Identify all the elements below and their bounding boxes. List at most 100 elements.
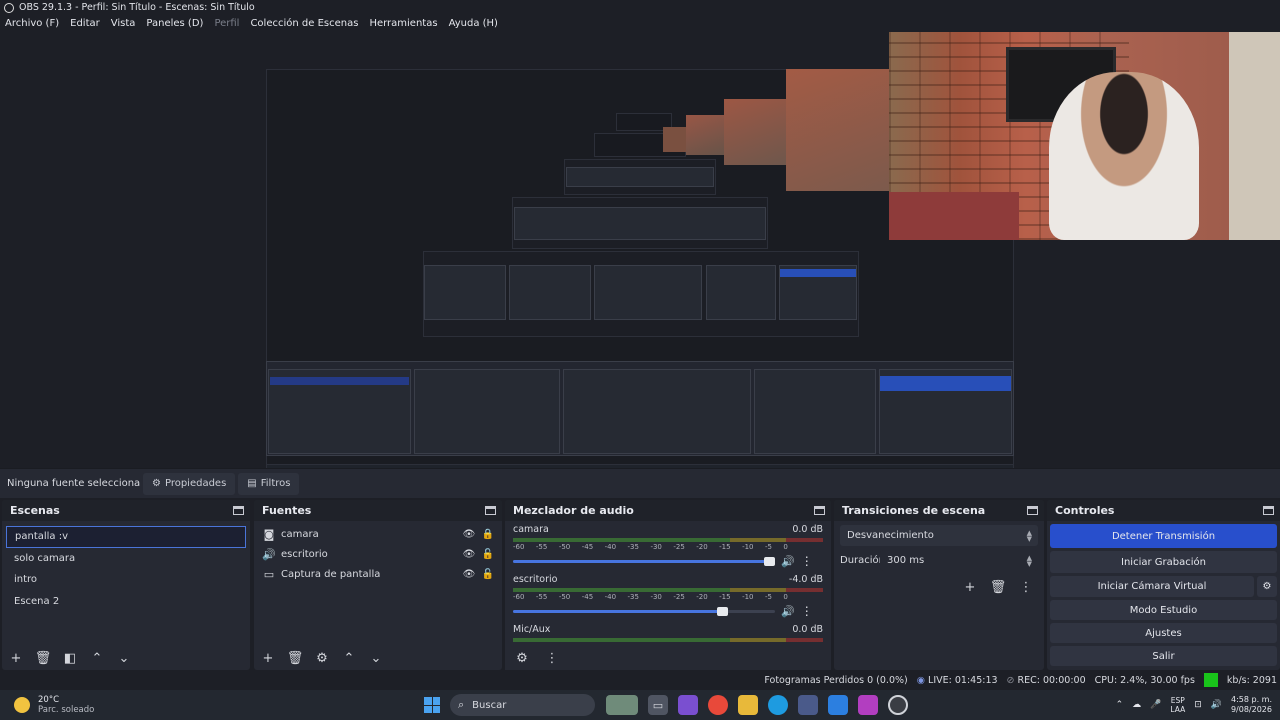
volume-icon[interactable]: 🔊 xyxy=(781,555,795,568)
add-source-icon[interactable]: + xyxy=(260,650,276,666)
move-down-icon[interactable]: ⌄ xyxy=(368,650,384,666)
store-icon[interactable] xyxy=(798,695,818,715)
controls-title: Controles xyxy=(1055,504,1115,517)
undock-icon[interactable] xyxy=(485,506,496,515)
unlock-icon[interactable]: 🔓 xyxy=(480,549,496,560)
move-up-icon[interactable]: ⌃ xyxy=(341,650,357,666)
stop-stream-button[interactable]: Detener Transmisión xyxy=(1050,524,1277,548)
source-item[interactable]: ◙ camara 👁 🔒 xyxy=(254,524,502,544)
menu-herramientas[interactable]: Herramientas xyxy=(369,18,437,29)
eye-icon[interactable]: 👁 xyxy=(461,529,477,540)
move-down-icon[interactable]: ⌄ xyxy=(116,650,132,666)
eye-icon[interactable]: 👁 xyxy=(461,569,477,580)
obs-logo-icon xyxy=(4,2,14,13)
file-explorer-icon[interactable] xyxy=(738,695,758,715)
more-options-icon[interactable]: ⋮ xyxy=(544,650,560,666)
system-tray: ⌃ ☁ 🎤 ESP LAA ⊡ 🔊 4:58 p. m. 9/08/2026 xyxy=(1116,695,1280,715)
undock-icon[interactable] xyxy=(1027,506,1038,515)
menu-paneles[interactable]: Paneles (D) xyxy=(146,18,203,29)
undock-icon[interactable] xyxy=(814,506,825,515)
filter-icon[interactable]: ◧ xyxy=(62,650,78,666)
task-view-icon[interactable]: ▭ xyxy=(648,695,668,715)
title-bar: OBS 29.1.3 - Perfil: Sin Título - Escena… xyxy=(0,0,1280,15)
channel-level: 0.0 dB xyxy=(792,624,823,635)
settings-button[interactable]: Ajustes xyxy=(1050,623,1277,643)
widgets-icon[interactable] xyxy=(606,695,638,715)
scene-item[interactable]: pantalla :v xyxy=(6,526,246,548)
gear-icon[interactable]: ⚙ xyxy=(514,650,530,666)
lock-icon[interactable]: 🔒 xyxy=(480,529,496,540)
rec-status: ⊘ REC: 00:00:00 xyxy=(1006,674,1086,686)
virtual-camera-button[interactable]: Iniciar Cámara Virtual xyxy=(1050,576,1254,597)
undock-icon[interactable] xyxy=(233,506,244,515)
teams-icon[interactable] xyxy=(678,695,698,715)
connection-health-indicator xyxy=(1203,673,1218,687)
exit-button[interactable]: Salir xyxy=(1050,646,1277,666)
eye-icon[interactable]: 👁 xyxy=(461,549,477,560)
mixer-title: Mezclador de audio xyxy=(513,504,634,517)
duration-input[interactable]: 300 ms ▲ ▼ xyxy=(880,550,1038,571)
gear-icon: ⚙ xyxy=(152,478,161,489)
speaker-icon[interactable]: 🔊 xyxy=(1211,700,1222,710)
clock[interactable]: 4:58 p. m. 9/08/2026 xyxy=(1231,695,1272,715)
menu-ayuda[interactable]: Ayuda (H) xyxy=(449,18,498,29)
menu-coleccion-escenas[interactable]: Colección de Escenas xyxy=(250,18,358,29)
windows-taskbar: 20°C Parc. soleado ⌕ Buscar ▭ ⌃ ☁ 🎤 ESP … xyxy=(0,690,1280,720)
start-recording-button[interactable]: Iniciar Grabación xyxy=(1050,551,1277,573)
weather-widget[interactable]: 20°C Parc. soleado xyxy=(14,695,424,715)
audio-meter xyxy=(513,638,823,642)
virtual-camera-settings-gear-icon[interactable]: ⚙ xyxy=(1257,576,1277,597)
audio-meter xyxy=(513,538,823,542)
add-scene-icon[interactable]: + xyxy=(8,650,24,666)
scene-item[interactable]: intro xyxy=(6,569,246,591)
source-item[interactable]: 🔊 escritorio 👁 🔓 xyxy=(254,544,502,564)
trash-icon[interactable]: 🗑 xyxy=(35,650,52,666)
menu-vista[interactable]: Vista xyxy=(111,18,136,29)
more-options-icon[interactable]: ⋮ xyxy=(801,554,813,568)
undock-icon[interactable] xyxy=(1263,506,1274,515)
language-indicator[interactable]: ESP LAA xyxy=(1170,696,1185,714)
chevron-up-icon[interactable]: ⌃ xyxy=(1116,700,1124,710)
scene-item[interactable]: solo camara xyxy=(6,548,246,570)
volume-slider[interactable] xyxy=(513,606,775,616)
chrome-icon[interactable] xyxy=(708,695,728,715)
source-item[interactable]: ▭ Captura de pantalla 👁 🔓 xyxy=(254,564,502,584)
preview-area[interactable] xyxy=(0,32,1280,490)
transition-value: Desvanecimiento xyxy=(847,530,934,541)
windows-start-icon[interactable] xyxy=(424,697,440,713)
transitions-title: Transiciones de escena xyxy=(842,504,986,517)
mixer-channel: camara 0.0 dB -60 -55 -50 -45 -40 -35 -30 -25 -2… xyxy=(505,521,831,571)
menu-archivo[interactable]: Archivo (F) xyxy=(5,18,59,29)
monitor-icon: ▭ xyxy=(263,567,275,581)
speaker-icon: 🔊 xyxy=(262,547,276,561)
trash-icon[interactable]: 🗑 xyxy=(990,579,1007,595)
studio-mode-button[interactable]: Modo Estudio xyxy=(1050,600,1277,620)
filters-button[interactable]: ▤ Filtros xyxy=(238,472,300,495)
network-icon[interactable]: ⊡ xyxy=(1194,700,1202,710)
scene-item[interactable]: Escena 2 xyxy=(6,591,246,613)
unlock-icon[interactable]: 🔓 xyxy=(480,569,496,580)
more-options-icon[interactable]: ⋮ xyxy=(1018,579,1034,595)
properties-button[interactable]: ⚙ Propiedades xyxy=(143,472,236,495)
context-bar: Ninguna fuente seleccionac ⚙ Propiedades… xyxy=(0,468,1280,498)
edge-icon[interactable] xyxy=(768,695,788,715)
add-transition-icon[interactable]: + xyxy=(962,579,978,595)
more-options-icon[interactable]: ⋮ xyxy=(801,604,813,618)
taskbar-search[interactable]: ⌕ Buscar xyxy=(450,694,595,716)
obs-taskbar-icon[interactable] xyxy=(888,695,908,715)
transition-select[interactable]: Desvanecimiento ▲ ▼ xyxy=(840,525,1038,546)
volume-icon[interactable]: 🔊 xyxy=(781,605,795,618)
trash-icon[interactable]: 🗑 xyxy=(287,650,304,666)
mail-icon[interactable] xyxy=(828,695,848,715)
search-label: Buscar xyxy=(472,699,507,711)
gear-icon[interactable]: ⚙ xyxy=(314,650,330,666)
move-up-icon[interactable]: ⌃ xyxy=(89,650,105,666)
microphone-icon[interactable]: 🎤 xyxy=(1150,700,1161,710)
menu-perfil[interactable]: Perfil xyxy=(214,18,239,29)
app-icon[interactable] xyxy=(858,695,878,715)
scene-label: Escena 2 xyxy=(14,595,60,607)
volume-slider[interactable] xyxy=(513,556,775,566)
menu-editar[interactable]: Editar xyxy=(70,18,100,29)
audio-mixer-dock: Mezclador de audio camara 0.0 dB -60 -55-… xyxy=(505,500,831,670)
cloud-icon[interactable]: ☁ xyxy=(1132,700,1141,710)
